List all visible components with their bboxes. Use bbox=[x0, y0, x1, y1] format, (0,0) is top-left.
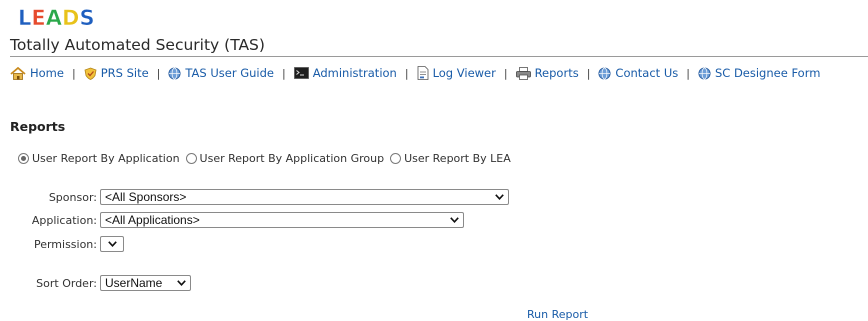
radio-button-selected[interactable] bbox=[18, 153, 29, 164]
nav-prs-site[interactable]: PRS Site bbox=[84, 66, 149, 80]
permission-select[interactable] bbox=[100, 236, 124, 252]
nav-prs-site-label: PRS Site bbox=[100, 66, 149, 80]
application-select[interactable]: <All Applications> bbox=[100, 212, 464, 228]
nav-sc-designee-form[interactable]: SC Designee Form bbox=[698, 66, 820, 80]
nav-administration[interactable]: Administration bbox=[293, 66, 397, 80]
nav-separator: | bbox=[281, 66, 286, 80]
chevron-down-icon bbox=[450, 217, 459, 223]
nav-sc-designee-form-label: SC Designee Form bbox=[714, 66, 821, 80]
nav-reports[interactable]: Reports bbox=[515, 66, 579, 80]
app-title: Totally Automated Security (TAS) bbox=[10, 36, 265, 54]
nav-contact-us[interactable]: Contact Us bbox=[598, 66, 678, 80]
nav-contact-us-label: Contact Us bbox=[615, 66, 679, 80]
radio-button[interactable] bbox=[185, 153, 197, 164]
sponsor-label: Sponsor: bbox=[48, 190, 97, 204]
nav-reports-label: Reports bbox=[534, 66, 579, 80]
leads-logo: LEADS bbox=[18, 6, 95, 30]
logo-letter: D bbox=[62, 6, 79, 30]
logo-letter: L bbox=[18, 6, 31, 30]
logo-letter: E bbox=[31, 6, 45, 30]
radio-user-report-by-application-group[interactable]: User Report By Application Group bbox=[185, 152, 385, 165]
terminal-icon bbox=[293, 67, 309, 79]
svg-text:LEADS: LEADS bbox=[18, 6, 95, 30]
sponsor-select-value: <All Sponsors> bbox=[105, 190, 187, 204]
globe-icon bbox=[168, 66, 181, 80]
radio-label: User Report By Application Group bbox=[199, 152, 385, 165]
run-report-link[interactable]: Run Report bbox=[527, 308, 588, 321]
radio-button[interactable] bbox=[390, 153, 402, 164]
nav-log-viewer-label: Log Viewer bbox=[432, 66, 496, 80]
radio-user-report-by-application[interactable]: User Report By Application bbox=[18, 152, 180, 165]
logo-letter: S bbox=[79, 6, 94, 30]
nav-separator: | bbox=[71, 66, 76, 80]
nav-separator: | bbox=[686, 66, 690, 80]
printer-icon bbox=[515, 66, 531, 80]
sponsor-row: Sponsor: <All Sponsors> bbox=[0, 189, 509, 205]
sponsor-select[interactable]: <All Sponsors> bbox=[100, 189, 509, 205]
sort-order-row: Sort Order: UserName bbox=[0, 275, 191, 291]
application-select-value: <All Applications> bbox=[105, 213, 200, 227]
top-nav: Home | PRS Site | TAS User Guide | Admin… bbox=[10, 63, 820, 83]
nav-tas-user-guide[interactable]: TAS User Guide bbox=[168, 66, 274, 80]
report-type-group: User Report By Application User Report B… bbox=[18, 152, 517, 165]
radio-label: User Report By LEA bbox=[404, 152, 511, 165]
nav-separator: | bbox=[503, 66, 508, 80]
radio-label: User Report By Application bbox=[32, 152, 180, 165]
nav-separator: | bbox=[404, 66, 409, 80]
header-divider bbox=[10, 56, 868, 57]
nav-home-label: Home bbox=[30, 66, 64, 80]
radio-user-report-by-lea[interactable]: User Report By LEA bbox=[390, 152, 511, 165]
application-label: Application: bbox=[31, 213, 97, 227]
permission-row: Permission: bbox=[0, 236, 124, 252]
sort-order-label: Sort Order: bbox=[36, 276, 97, 290]
globe-icon bbox=[598, 66, 611, 80]
shield-icon bbox=[84, 67, 97, 80]
home-icon bbox=[10, 66, 26, 80]
logo-letter: A bbox=[46, 6, 63, 30]
chevron-down-icon bbox=[495, 194, 504, 200]
nav-separator: | bbox=[586, 66, 591, 80]
chevron-down-icon bbox=[107, 241, 117, 247]
sort-order-select-value: UserName bbox=[105, 276, 163, 290]
globe-icon bbox=[698, 66, 711, 80]
nav-home[interactable]: Home bbox=[10, 66, 64, 80]
nav-tas-user-guide-label: TAS User Guide bbox=[185, 66, 274, 80]
nav-administration-label: Administration bbox=[312, 66, 397, 80]
nav-log-viewer[interactable]: Log Viewer bbox=[417, 66, 496, 80]
nav-separator: | bbox=[156, 66, 161, 80]
sort-order-select[interactable]: UserName bbox=[100, 275, 191, 291]
chevron-down-icon bbox=[177, 280, 186, 286]
application-row: Application: <All Applications> bbox=[0, 212, 464, 228]
permission-label: Permission: bbox=[33, 237, 97, 251]
document-icon bbox=[417, 66, 428, 80]
section-heading: Reports bbox=[10, 119, 66, 134]
